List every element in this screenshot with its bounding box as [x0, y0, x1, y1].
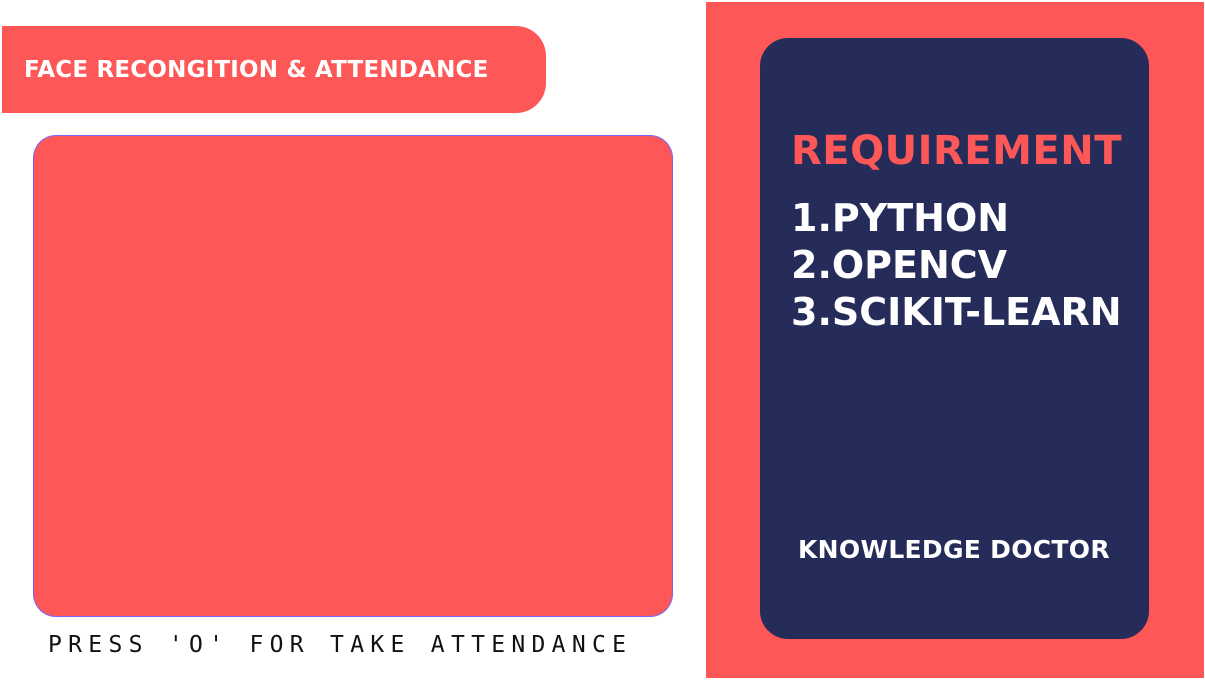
camera-feed-frame [34, 136, 672, 616]
requirements-list: 1.PYTHON 2.OPENCV 3.SCIKIT-LEARN [791, 195, 1122, 336]
requirements-heading: REQUIREMENT [791, 128, 1123, 174]
attendance-instruction: PRESS 'O' FOR TAKE ATTENDANCE [48, 632, 633, 658]
requirements-panel: REQUIREMENT 1.PYTHON 2.OPENCV 3.SCIKIT-L… [706, 2, 1204, 678]
title-banner: FACE RECONGITION & ATTENDANCE [2, 26, 546, 113]
requirement-item-opencv: 2.OPENCV [791, 243, 1008, 287]
requirement-item-python: 1.PYTHON [791, 196, 1010, 240]
requirement-item-scikit-learn: 3.SCIKIT-LEARN [791, 290, 1122, 334]
brand-footer: KNOWLEDGE DOCTOR [798, 535, 1110, 564]
requirements-card: REQUIREMENT 1.PYTHON 2.OPENCV 3.SCIKIT-L… [760, 38, 1149, 639]
app-title: FACE RECONGITION & ATTENDANCE [24, 56, 489, 83]
